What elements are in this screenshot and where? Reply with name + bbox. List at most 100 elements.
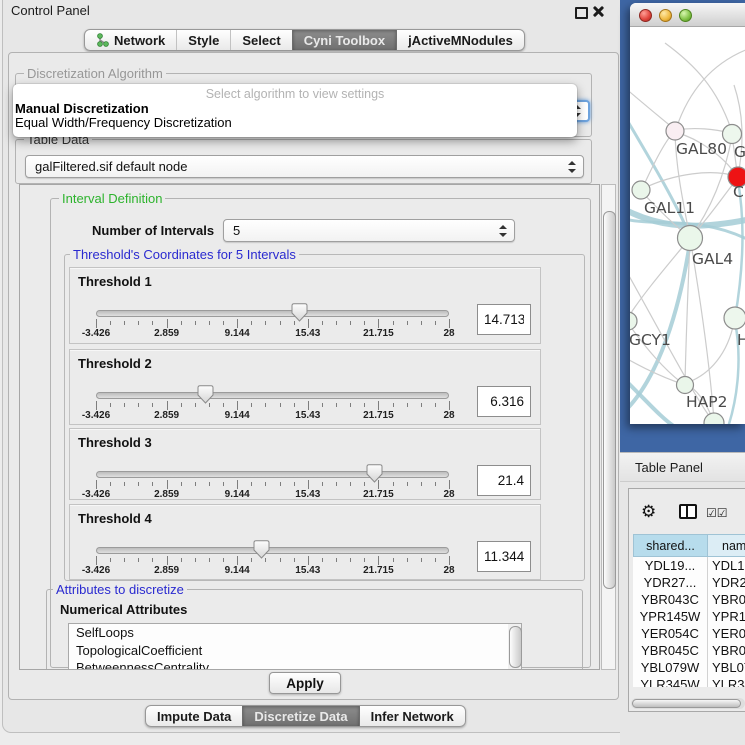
table-row[interactable]: YPR145WYPR145W [633, 608, 745, 625]
network-node[interactable] [723, 125, 742, 144]
network-node[interactable] [678, 226, 703, 251]
gear-icon[interactable]: ⚙ [641, 503, 656, 520]
attributes-group: Attributes to discretize Numerical Attri… [46, 589, 583, 670]
network-node[interactable] [630, 312, 637, 330]
cell-shared-name[interactable]: YER054C [633, 625, 708, 642]
slider-thumb[interactable] [366, 464, 383, 483]
attributes-list-scrollbar[interactable] [508, 624, 521, 670]
tab-style[interactable]: Style [176, 30, 230, 50]
right-column: GAL80GACGAL11GAL4GCY1HHAP2 Table Panel ⚙… [620, 0, 745, 745]
network-node-label: GAL4 [692, 250, 733, 268]
cell-name[interactable]: YBR043C [708, 591, 745, 608]
network-edge[interactable] [630, 87, 673, 128]
cell-shared-name[interactable]: YLR345W [633, 676, 708, 687]
cell-name[interactable]: YBR045C [708, 642, 745, 659]
attribute-list-item[interactable]: TopologicalCoefficient [69, 642, 521, 660]
control-panel-title: Control Panel [11, 3, 90, 18]
cell-name[interactable]: YER054C [708, 625, 745, 642]
popup-item-manual-discretization[interactable]: Manual Discretization [15, 101, 149, 116]
cell-shared-name[interactable]: YDL19... [633, 557, 708, 574]
tab-infer-network[interactable]: Infer Network [359, 706, 465, 726]
popup-item-equal-width-frequency[interactable]: Equal Width/Frequency Discretization [15, 115, 232, 130]
cell-name[interactable]: YDR27... [708, 574, 745, 591]
select-columns-check-icons[interactable]: ☑☑ [706, 506, 728, 520]
tab-discretize-data[interactable]: Discretize Data [242, 706, 358, 726]
network-edge[interactable] [665, 43, 732, 132]
network-node-label: GAL11 [644, 199, 695, 217]
network-node-label: GAL80 [676, 140, 727, 158]
network-edge[interactable] [630, 238, 690, 319]
float-window-icon[interactable] [575, 7, 588, 19]
network-node[interactable] [724, 307, 745, 329]
close-icon[interactable] [593, 6, 604, 17]
threshold-panel: Threshold 3 -3.4262.8599.14415.4321.7152… [69, 428, 541, 500]
tab-select[interactable]: Select [230, 30, 291, 50]
cell-name[interactable]: YBL079W [708, 659, 745, 676]
settings-scrollbar[interactable] [601, 184, 616, 670]
column-header-shared-name[interactable]: shared... [633, 534, 708, 557]
threshold-panel: Threshold 1 -3.4262.8599.14415.4321.7152… [69, 267, 541, 344]
network-node[interactable] [677, 377, 694, 394]
slider-thumb[interactable] [291, 303, 308, 322]
network-graph-icon [96, 33, 109, 47]
cell-shared-name[interactable]: YPR145W [633, 608, 708, 625]
tab-network[interactable]: Network [85, 30, 176, 50]
table-header-row: shared... name [633, 534, 745, 557]
tab-impute-data[interactable]: Impute Data [146, 706, 242, 726]
slider-thumb[interactable] [197, 385, 214, 404]
network-node-label: C [733, 183, 744, 201]
table-row[interactable]: YBL079WYBL079W [633, 659, 745, 676]
table-data-combo[interactable]: galFiltered.sif default node [25, 155, 584, 178]
network-node[interactable] [632, 181, 650, 199]
network-edge[interactable] [735, 181, 742, 318]
table-row[interactable]: YER054CYER054C [633, 625, 745, 642]
apply-button[interactable]: Apply [269, 672, 341, 694]
minimize-traffic-light-icon[interactable] [659, 9, 672, 22]
slider-track[interactable] [96, 392, 449, 399]
network-edge[interactable] [630, 379, 675, 424]
network-node[interactable] [704, 413, 724, 424]
slider-track[interactable] [96, 547, 449, 554]
slider-track[interactable] [96, 471, 449, 478]
tab-cyni-toolbox[interactable]: Cyni Toolbox [292, 30, 396, 50]
network-node-label: H [737, 331, 745, 349]
slider-thumb[interactable] [253, 540, 270, 559]
slider-tick-labels: -3.4262.8599.14415.4321.71528 [70, 328, 540, 340]
table-row[interactable]: YDL19...YDL19... [633, 557, 745, 574]
network-canvas[interactable]: GAL80GACGAL11GAL4GCY1HHAP2 [630, 27, 745, 424]
table-row[interactable]: YBR043CYBR043C [633, 591, 745, 608]
close-traffic-light-icon[interactable] [639, 9, 652, 22]
cell-name[interactable]: YDL19... [708, 557, 745, 574]
network-window-titlebar[interactable] [630, 3, 745, 27]
attribute-list-item[interactable]: SelfLoops [69, 624, 521, 642]
numerical-attributes-list[interactable]: SelfLoopsTopologicalCoefficientBetweenne… [68, 623, 522, 670]
network-node-label: GA [734, 143, 745, 161]
cell-shared-name[interactable]: YBL079W [633, 659, 708, 676]
slider-tick-labels: -3.4262.8599.14415.4321.71528 [70, 489, 540, 501]
attributes-group-label: Attributes to discretize [53, 582, 187, 597]
table-row[interactable]: YLR345WYLR345W [633, 676, 745, 687]
columns-icon[interactable] [679, 504, 697, 519]
table-panel-titlebar: Table Panel [620, 452, 745, 482]
zoom-traffic-light-icon[interactable] [679, 9, 692, 22]
table-row[interactable]: YBR045CYBR045C [633, 642, 745, 659]
cell-shared-name[interactable]: YDR27... [633, 574, 708, 591]
tab-jactivemnodules[interactable]: jActiveMNodules [396, 30, 524, 50]
attribute-list-item[interactable]: BetweennessCentrality [69, 659, 521, 670]
number-of-intervals-combo[interactable]: 5 [223, 219, 515, 242]
slider-track[interactable] [96, 310, 449, 317]
cell-name[interactable]: YPR145W [708, 608, 745, 625]
cell-shared-name[interactable]: YBR043C [633, 591, 708, 608]
network-node[interactable] [666, 122, 684, 140]
column-header-name[interactable]: name [708, 534, 745, 557]
table-horizontal-scrollbar[interactable] [631, 698, 745, 709]
table-row[interactable]: YDR27...YDR27... [633, 574, 745, 591]
cell-name[interactable]: YLR345W [708, 676, 745, 687]
bottom-tab-bar: Impute Data Discretize Data Infer Networ… [145, 705, 466, 727]
thresholds-group-label: Threshold's Coordinates for 5 Intervals [70, 247, 299, 262]
network-edge[interactable] [642, 133, 673, 189]
combo-stepper-icon [568, 161, 576, 173]
cell-shared-name[interactable]: YBR045C [633, 642, 708, 659]
network-node-label: HAP2 [686, 393, 727, 411]
table-panel-frame: ⚙ ☑☑ shared... name YDL19...YDL19...YDR2… [628, 488, 745, 712]
